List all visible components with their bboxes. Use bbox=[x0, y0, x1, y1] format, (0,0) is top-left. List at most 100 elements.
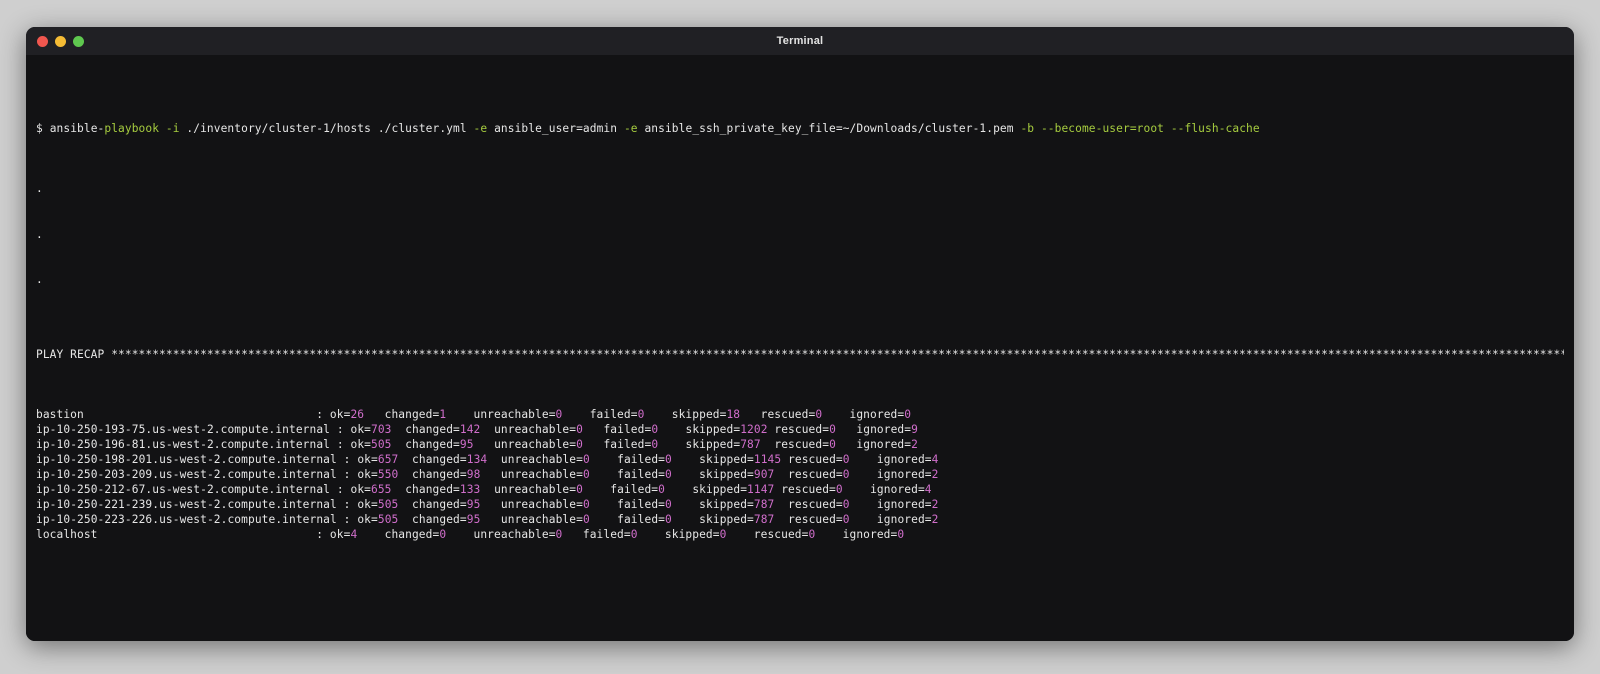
recap-text: 10 bbox=[56, 498, 71, 512]
recap-text: ignored= bbox=[822, 408, 905, 422]
close-button-icon[interactable] bbox=[37, 35, 48, 47]
recap-text: changed= bbox=[391, 438, 460, 452]
minimize-button-icon[interactable] bbox=[55, 35, 66, 47]
recap-text: 250 bbox=[77, 468, 98, 482]
recap-text: 250 bbox=[77, 438, 98, 452]
recap-text: unreachable= bbox=[480, 498, 583, 512]
command-flag-e1: -e bbox=[473, 122, 488, 136]
window-title: Terminal bbox=[776, 35, 824, 47]
play-recap-row: ip-10-250-203-209.us-west-2.compute.inte… bbox=[36, 467, 1564, 482]
recap-text: .compute.internal : ok= bbox=[220, 498, 378, 512]
recap-text: .us-west- bbox=[152, 468, 214, 482]
recap-text: ip- bbox=[36, 513, 57, 527]
recap-stat-value: 0 bbox=[835, 483, 843, 497]
recap-stat-value: 0 bbox=[842, 453, 850, 467]
recap-text: 209 bbox=[131, 468, 153, 482]
recap-text: - bbox=[70, 468, 78, 482]
recap-stat-value: 0 bbox=[630, 528, 638, 542]
recap-text: - bbox=[70, 483, 78, 497]
recap-text: bastion : ok= bbox=[36, 408, 351, 422]
recap-text: .us-west- bbox=[152, 453, 214, 467]
recap-stat-value: 0 bbox=[582, 468, 590, 482]
recap-text: rescued= bbox=[774, 513, 843, 527]
recap-text: skipped= bbox=[671, 498, 754, 512]
recap-text: ignored= bbox=[849, 498, 932, 512]
recap-text: - bbox=[70, 438, 78, 452]
recap-text: failed= bbox=[582, 423, 652, 437]
recap-stat-value: 0 bbox=[829, 438, 836, 452]
recap-text: failed= bbox=[589, 498, 665, 512]
recap-stat-value: 0 bbox=[582, 453, 590, 467]
recap-stat-value: 18 bbox=[726, 408, 741, 422]
recap-text: unreachable= bbox=[446, 528, 556, 542]
recap-text: changed= bbox=[364, 408, 440, 422]
recap-text: ip- bbox=[36, 438, 57, 452]
recap-stat-value: 0 bbox=[904, 408, 912, 422]
recap-stat-value: 0 bbox=[576, 483, 583, 497]
recap-text: changed= bbox=[391, 483, 460, 497]
recap-text: ip- bbox=[36, 453, 57, 467]
recap-text: 10 bbox=[56, 453, 71, 467]
recap-text: skipped= bbox=[671, 513, 754, 527]
recap-text: 2 bbox=[206, 483, 214, 497]
recap-text: - bbox=[70, 498, 78, 512]
recap-text: 250 bbox=[77, 483, 98, 497]
recap-text: skipped= bbox=[671, 468, 754, 482]
recap-text: .compute.internal : ok= bbox=[213, 483, 372, 497]
command-become-user: --become-user=root bbox=[1040, 122, 1164, 136]
recap-text: .us-west- bbox=[152, 498, 214, 512]
recap-text: changed= bbox=[357, 528, 440, 542]
recap-text: - bbox=[70, 513, 78, 527]
recap-text: rescued= bbox=[726, 528, 809, 542]
command-flag-b: -b bbox=[1020, 122, 1035, 136]
recap-text: ignored= bbox=[842, 483, 925, 497]
recap-text: skipped= bbox=[644, 408, 727, 422]
recap-text: 221 bbox=[104, 498, 125, 512]
recap-text: skipped= bbox=[658, 438, 741, 452]
recap-text: rescued= bbox=[760, 438, 830, 452]
recap-text: - bbox=[70, 423, 78, 437]
recap-text: skipped= bbox=[671, 453, 754, 467]
recap-text: rescued= bbox=[767, 423, 830, 437]
terminal-titlebar[interactable]: Terminal bbox=[26, 27, 1574, 55]
recap-stat-value: 0 bbox=[897, 528, 905, 542]
recap-stat-value: 0 bbox=[576, 438, 583, 452]
recap-stat-value: 787 bbox=[753, 498, 775, 512]
recap-stat-value: 0 bbox=[582, 498, 590, 512]
recap-stat-value: 95 bbox=[466, 513, 481, 527]
recap-stat-value: 0 bbox=[842, 498, 850, 512]
recap-text: 212 bbox=[104, 483, 125, 497]
recap-stat-value: 2 bbox=[931, 498, 939, 512]
recap-text: rescued= bbox=[774, 483, 836, 497]
recap-stat-value: 505 bbox=[377, 498, 399, 512]
recap-text: failed= bbox=[582, 438, 652, 452]
recap-text: ignored= bbox=[815, 528, 898, 542]
recap-text: - bbox=[124, 468, 132, 482]
recap-text: unreachable= bbox=[480, 423, 577, 437]
recap-stat-value: 0 bbox=[842, 513, 850, 527]
recap-stat-value: 0 bbox=[842, 468, 850, 482]
recap-stat-value: 0 bbox=[665, 513, 672, 527]
recap-stat-value: 1147 bbox=[747, 483, 775, 497]
recap-text: ip- bbox=[36, 423, 57, 437]
recap-text: ip- bbox=[36, 498, 57, 512]
recap-text: failed= bbox=[589, 468, 665, 482]
ellipsis-line: . bbox=[36, 182, 43, 196]
recap-text: .us-west- bbox=[145, 423, 207, 437]
recap-text: rescued= bbox=[781, 453, 843, 467]
recap-text: unreachable= bbox=[480, 483, 577, 497]
recap-stat-value: 95 bbox=[466, 498, 481, 512]
recap-stat-value: 655 bbox=[371, 483, 392, 497]
play-recap-row: bastion : ok=26 changed=1 unreachable=0 … bbox=[36, 407, 1564, 422]
recap-text: - bbox=[70, 453, 78, 467]
terminal-output[interactable]: $ ansible-playbook -i ./inventory/cluste… bbox=[26, 55, 1574, 641]
recap-text: 250 bbox=[77, 423, 98, 437]
recap-text: ignored= bbox=[835, 438, 912, 452]
maximize-button-icon[interactable] bbox=[73, 35, 84, 47]
recap-text: 75 bbox=[131, 423, 146, 437]
recap-text: changed= bbox=[398, 453, 467, 467]
recap-stat-value: 142 bbox=[459, 423, 481, 437]
play-recap-header: PLAY RECAP *****************************… bbox=[36, 347, 1564, 362]
recap-text: ignored= bbox=[835, 423, 912, 437]
